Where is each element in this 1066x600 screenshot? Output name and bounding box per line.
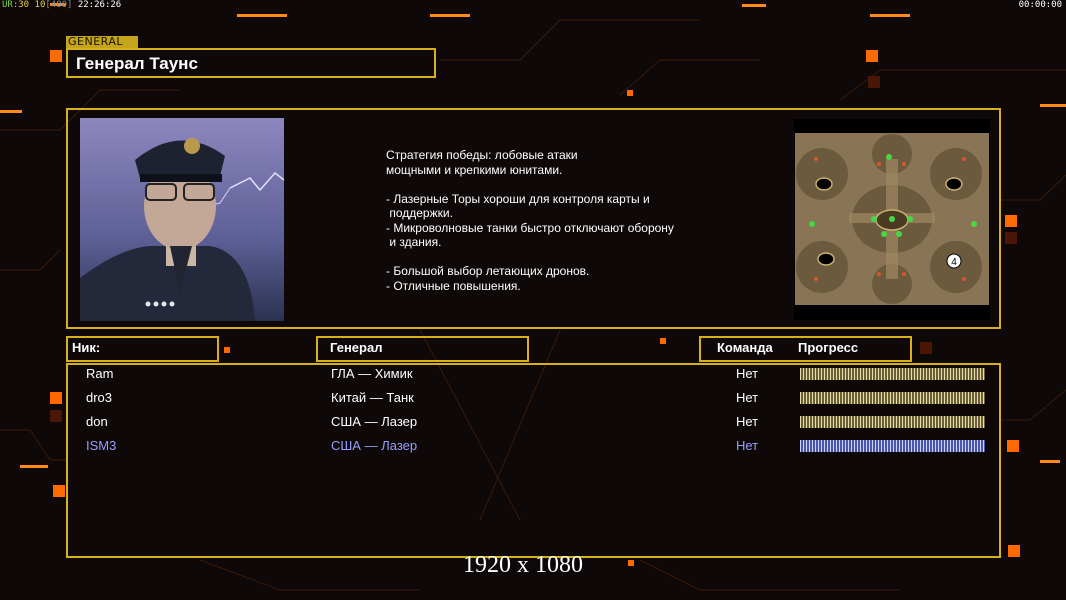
progress-column-header: Прогресс: [798, 340, 859, 355]
player-row: ISM3 США — Лазер Нет: [0, 436, 1066, 458]
description-line: - Микроволновые танки быстро отключают о…: [386, 220, 674, 235]
player-progress-bar: [800, 368, 985, 380]
player-team: Нет: [736, 438, 759, 453]
hud-clock: 22:26:26: [77, 0, 122, 10]
description-line: и здания.: [386, 235, 442, 249]
hud-bracket: [480]: [45, 0, 73, 10]
general-column-header: Генерал: [330, 340, 383, 355]
player-team: Нет: [736, 366, 759, 381]
hud-timer: 00:00:00: [1018, 0, 1062, 10]
general-title-box: Генерал Таунс: [66, 48, 436, 78]
description-line: - Большой выбор летающих дронов.: [386, 264, 590, 278]
player-nick: ISM3: [86, 438, 117, 453]
player-general: США — Лазер: [331, 414, 418, 429]
description-line: - Лазерные Торы хороши для контроля карт…: [386, 191, 650, 206]
hud-stats: UR:30 10[480] 22:26:26: [2, 0, 121, 10]
player-row: Ram ГЛА — Химик Нет: [0, 364, 1066, 386]
player-row: dro3 Китай — Танк Нет: [0, 388, 1066, 410]
general-name: Генерал Таунс: [76, 54, 198, 73]
player-team: Нет: [736, 390, 759, 405]
description-line: [386, 250, 726, 265]
hud-numbers: 30 10: [18, 0, 46, 10]
general-tag: GENERAL: [66, 36, 138, 48]
description-line: Стратегия победы: лобовые атаки: [386, 148, 578, 162]
team-column-header: Команда: [717, 340, 773, 355]
map-preview: 4: [794, 119, 990, 320]
player-team: Нет: [736, 414, 759, 429]
nick-column-header: Ник:: [72, 340, 101, 355]
hud-ur-label: UR:: [2, 0, 19, 10]
description-line: - Отличные повышения.: [386, 278, 521, 293]
player-row: don США — Лазер Нет: [0, 412, 1066, 434]
player-general: США — Лазер: [331, 438, 418, 453]
description-line: [386, 177, 726, 192]
player-nick: Ram: [86, 366, 114, 381]
player-nick: don: [86, 414, 108, 429]
general-portrait: [80, 118, 284, 321]
player-progress-bar: [800, 416, 985, 428]
map-start-marker: 4: [951, 257, 957, 268]
description-line: поддержки.: [386, 206, 453, 220]
player-progress-bar: [800, 440, 985, 452]
player-progress-bar: [800, 392, 985, 404]
player-general: ГЛА — Химик: [331, 366, 413, 381]
general-description: Стратегия победы: лобовые атаки мощными …: [386, 148, 726, 293]
description-line: мощными и крепкими юнитами.: [386, 162, 563, 177]
resolution-label: 1920 x 1080: [463, 552, 583, 578]
player-nick: dro3: [86, 390, 113, 405]
player-general: Китай — Танк: [331, 390, 414, 405]
